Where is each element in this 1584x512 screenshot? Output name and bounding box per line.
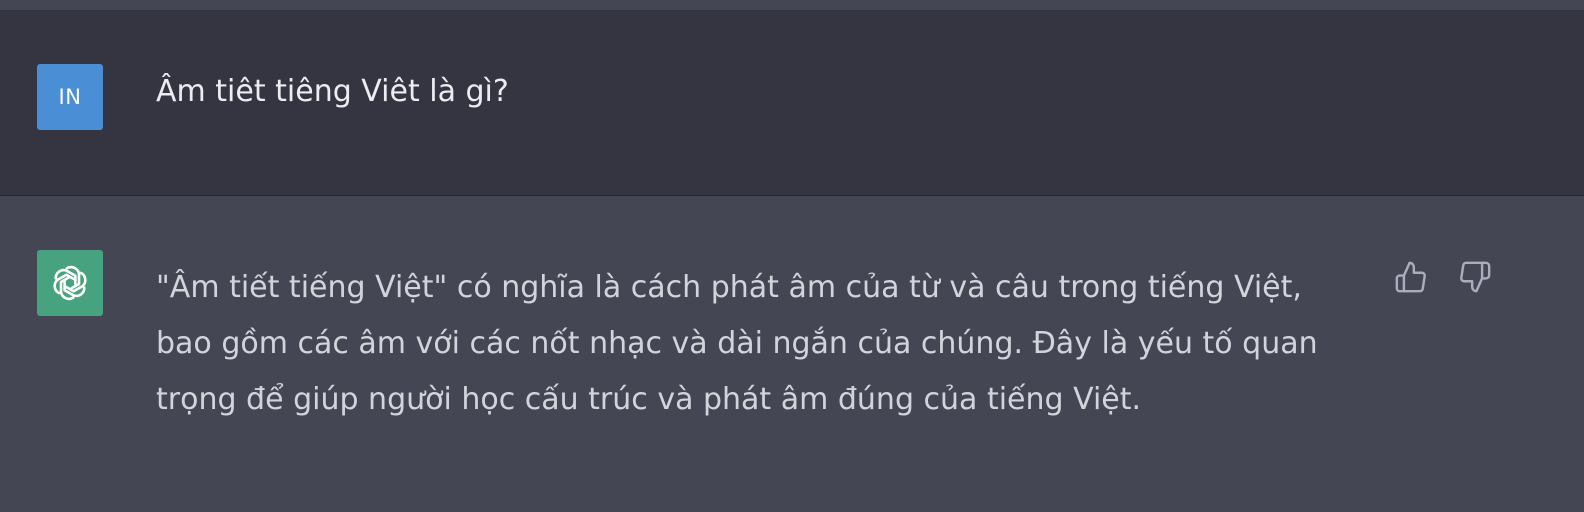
assistant-message-line: bao gồm các âm với các nốt nhạc và dài n… bbox=[156, 326, 1318, 361]
user-avatar-initials: IN bbox=[58, 85, 82, 109]
thumbs-down-icon bbox=[1460, 261, 1491, 293]
thumbs-up-icon bbox=[1395, 261, 1426, 293]
thumbs-up-button[interactable] bbox=[1392, 258, 1430, 296]
assistant-message-row: "Âm tiết tiếng Việt" có nghĩa là cách ph… bbox=[0, 196, 1584, 512]
assistant-message-line: trọng để giúp người học cấu trúc và phát… bbox=[156, 382, 1142, 417]
assistant-avatar bbox=[37, 250, 103, 316]
thumbs-down-button[interactable] bbox=[1456, 258, 1494, 296]
user-avatar: IN bbox=[37, 64, 103, 130]
feedback-actions bbox=[1392, 258, 1494, 296]
user-message-row: IN Âm tiêt tiêng Viêt là gì? bbox=[0, 10, 1584, 196]
assistant-message-line: "Âm tiết tiếng Việt" có nghĩa là cách ph… bbox=[156, 270, 1302, 305]
top-strip bbox=[0, 0, 1584, 10]
user-message-text: Âm tiêt tiêng Viêt là gì? bbox=[156, 74, 509, 109]
chat-page: IN Âm tiêt tiêng Viêt là gì? "Âm tiết ti… bbox=[0, 0, 1584, 512]
openai-logo-icon bbox=[53, 265, 87, 301]
assistant-message-text: "Âm tiết tiếng Việt" có nghĩa là cách ph… bbox=[156, 260, 1356, 428]
